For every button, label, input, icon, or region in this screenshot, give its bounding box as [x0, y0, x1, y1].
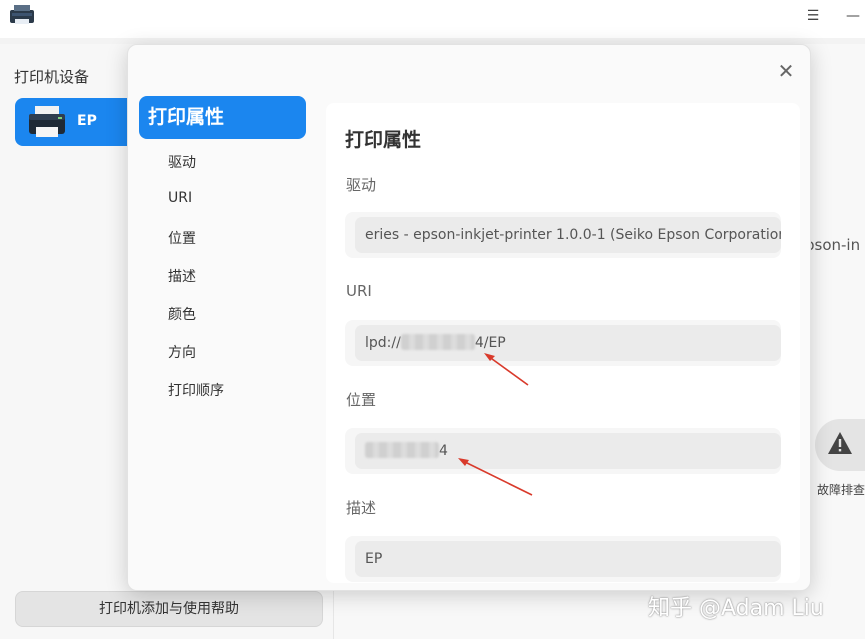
- uri-prefix: lpd://: [365, 335, 401, 351]
- nav-item-color[interactable]: 颜色: [168, 304, 196, 324]
- properties-content: 打印属性 驱动 eries - epson-inkjet-printer 1.0…: [326, 103, 800, 583]
- uri-suffix: 4/EP: [474, 335, 506, 351]
- redacted-address: [400, 334, 475, 350]
- location-suffix: 4: [439, 443, 448, 459]
- nav-item-description[interactable]: 描述: [168, 266, 196, 286]
- content-title: 打印属性: [345, 129, 422, 151]
- annotation-arrow-location: [458, 458, 533, 496]
- nav-item-location[interactable]: 位置: [168, 228, 196, 248]
- driver-field[interactable]: eries - epson-inkjet-printer 1.0.0-1 (Se…: [355, 217, 781, 253]
- printer-device-label: EP: [77, 113, 97, 129]
- description-field[interactable]: EP: [355, 541, 781, 577]
- driver-partial-text: pson-in: [805, 236, 861, 254]
- close-icon[interactable]: ✕: [776, 61, 796, 81]
- printer-app-icon[interactable]: [8, 4, 36, 26]
- driver-field-box: eries - epson-inkjet-printer 1.0.0-1 (Se…: [345, 212, 781, 258]
- redacted-location: [365, 442, 439, 458]
- minimize-icon[interactable]: —: [845, 8, 861, 24]
- location-field-box: 4: [345, 428, 781, 474]
- printer-properties-dialog: ✕ 打印属性 驱动 URI 位置 描述 颜色 方向 打印顺序 打印属性 驱动 e…: [127, 44, 811, 591]
- nav-item-print-order[interactable]: 打印顺序: [168, 380, 224, 400]
- title-bar: ☰ —: [0, 0, 865, 38]
- location-field[interactable]: 4: [355, 433, 781, 469]
- annotation-arrow-uri: [484, 353, 529, 386]
- troubleshoot-label: 故障排查: [817, 483, 865, 497]
- printer-icon: [29, 106, 65, 137]
- printer-list-title: 打印机设备: [14, 68, 90, 86]
- uri-field-box: lpd:// 4/EP: [345, 320, 781, 366]
- troubleshoot-button[interactable]: [815, 419, 865, 471]
- nav-item-orientation[interactable]: 方向: [168, 342, 196, 362]
- nav-item-uri[interactable]: URI: [168, 190, 192, 206]
- location-label: 位置: [346, 391, 377, 409]
- uri-field[interactable]: lpd:// 4/EP: [355, 325, 781, 361]
- nav-item-driver[interactable]: 驱动: [168, 152, 196, 172]
- description-label: 描述: [346, 499, 377, 517]
- printer-help-button[interactable]: 打印机添加与使用帮助: [15, 591, 323, 627]
- nav-print-properties[interactable]: 打印属性: [139, 96, 306, 139]
- warning-icon: [828, 432, 852, 454]
- driver-label: 驱动: [346, 176, 377, 194]
- description-field-box: EP: [345, 536, 781, 582]
- watermark: 知乎 @Adam Liu: [648, 596, 824, 621]
- uri-label: URI: [346, 282, 372, 300]
- hamburger-menu-icon[interactable]: ☰: [805, 8, 821, 24]
